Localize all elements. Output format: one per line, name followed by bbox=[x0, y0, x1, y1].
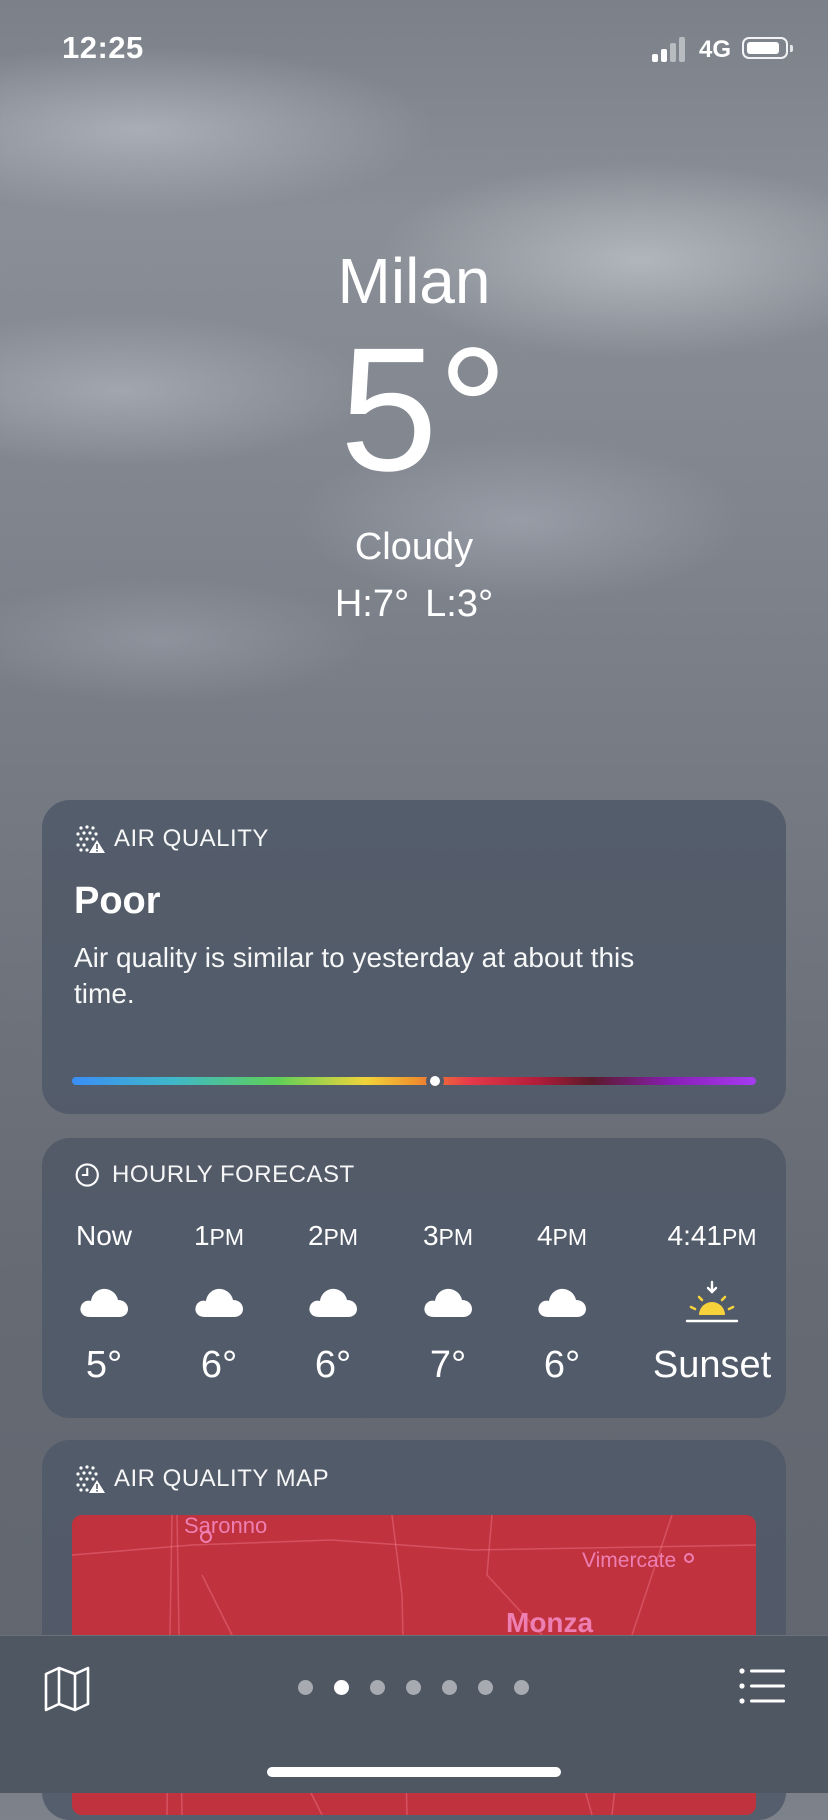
hourly-forecast-item: 1PM 6° bbox=[164, 1218, 274, 1387]
hourly-forecast-item: 4PM 6° bbox=[507, 1218, 617, 1387]
hour-label: 2PM bbox=[278, 1218, 388, 1254]
air-quality-header: AIR QUALITY bbox=[74, 822, 269, 856]
hour-period: PM bbox=[323, 1224, 359, 1250]
home-indicator[interactable] bbox=[267, 1767, 561, 1777]
hour-label: 4PM bbox=[507, 1218, 617, 1254]
hour-label: Now bbox=[49, 1218, 159, 1254]
status-time: 12:25 bbox=[62, 30, 144, 65]
cloud-icon bbox=[393, 1272, 503, 1332]
cloud-icon bbox=[278, 1272, 388, 1332]
hour-temperature: 6° bbox=[314, 1344, 352, 1386]
weather-condition: Cloudy bbox=[354, 526, 474, 568]
hourly-forecast-header: HOURLY FORECAST bbox=[74, 1160, 355, 1190]
cloud-icon bbox=[507, 1272, 617, 1332]
hour-temperature: Sunset bbox=[652, 1344, 772, 1386]
air-quality-card[interactable]: AIR QUALITY Poor Air quality is similar … bbox=[42, 800, 786, 1114]
page-dot[interactable] bbox=[442, 1680, 457, 1695]
page-dot[interactable] bbox=[370, 1680, 385, 1695]
high-low-temperatures: H:7° L:3° bbox=[0, 583, 828, 626]
page-dot-active[interactable] bbox=[334, 1680, 349, 1695]
air-quality-icon bbox=[76, 825, 105, 853]
page-dot[interactable] bbox=[478, 1680, 493, 1695]
hourly-forecast-item: 4:41PM Sunset bbox=[637, 1218, 787, 1387]
map-place-marker bbox=[200, 1531, 212, 1543]
high-temperature: H:7° bbox=[334, 583, 410, 625]
hour-time: Now bbox=[75, 1220, 132, 1251]
status-bar: 12:25 4G bbox=[0, 0, 828, 100]
network-type: 4G bbox=[699, 36, 732, 63]
hour-period: PM bbox=[438, 1224, 474, 1250]
air-quality-scale bbox=[72, 1072, 756, 1090]
map-place-vimercate: Vimercate bbox=[582, 1549, 677, 1572]
battery-icon bbox=[742, 37, 793, 59]
map-place-marker bbox=[684, 1553, 694, 1563]
cloud-icon bbox=[49, 1272, 159, 1332]
hourly-forecast-card[interactable]: HOURLY FORECAST Now 5° 1PM 6° 2PM 6° 3PM 7° 4PM 6… bbox=[42, 1138, 786, 1418]
cloud-icon bbox=[164, 1272, 274, 1332]
hour-time: 4:41 bbox=[667, 1220, 723, 1251]
sunset-icon bbox=[637, 1272, 787, 1332]
hour-period: PM bbox=[722, 1224, 757, 1250]
air-quality-title: AIR QUALITY bbox=[114, 825, 269, 852]
page-dot[interactable] bbox=[406, 1680, 421, 1695]
cellular-signal-icon bbox=[652, 36, 688, 62]
clock-icon bbox=[75, 1163, 99, 1187]
city-name: Milan bbox=[337, 245, 491, 317]
hour-time: 3 bbox=[422, 1220, 439, 1251]
map-place-saronno: Saronno bbox=[184, 1515, 268, 1538]
hour-temperature: 7° bbox=[429, 1344, 467, 1386]
hour-temperature: 6° bbox=[200, 1344, 238, 1386]
current-temperature: 5° bbox=[339, 312, 509, 508]
map-icon[interactable] bbox=[42, 1664, 92, 1714]
air-quality-icon bbox=[76, 1465, 105, 1493]
air-quality-scale-marker bbox=[425, 1072, 444, 1090]
hourly-forecast-item: Now 5° bbox=[49, 1218, 159, 1387]
hour-temperature: 6° bbox=[543, 1344, 581, 1386]
air-quality-map-header: AIR QUALITY MAP bbox=[74, 1462, 329, 1496]
hourly-forecast-item: 3PM 7° bbox=[393, 1218, 503, 1387]
hour-label: 4:41PM bbox=[637, 1218, 787, 1254]
hour-time: 1 bbox=[193, 1220, 210, 1251]
hourly-forecast-item: 2PM 6° bbox=[278, 1218, 388, 1387]
air-quality-map-title: AIR QUALITY MAP bbox=[114, 1465, 330, 1492]
list-icon[interactable] bbox=[738, 1666, 786, 1706]
hour-temperature: 5° bbox=[85, 1344, 123, 1386]
hour-period: PM bbox=[209, 1224, 245, 1250]
page-indicator[interactable] bbox=[298, 1680, 550, 1695]
air-quality-description: Air quality is similar to yesterday at a… bbox=[74, 942, 635, 1009]
hourly-forecast-title: HOURLY FORECAST bbox=[112, 1161, 355, 1188]
hour-time: 4 bbox=[536, 1220, 553, 1251]
low-temperature: L:3° bbox=[425, 583, 494, 625]
air-quality-level: Poor bbox=[74, 880, 161, 922]
hour-label: 3PM bbox=[393, 1218, 503, 1254]
hour-label: 1PM bbox=[164, 1218, 274, 1254]
hour-time: 2 bbox=[307, 1220, 324, 1251]
hour-period: PM bbox=[552, 1224, 588, 1250]
page-dot[interactable] bbox=[514, 1680, 529, 1695]
page-dot[interactable] bbox=[298, 1680, 313, 1695]
